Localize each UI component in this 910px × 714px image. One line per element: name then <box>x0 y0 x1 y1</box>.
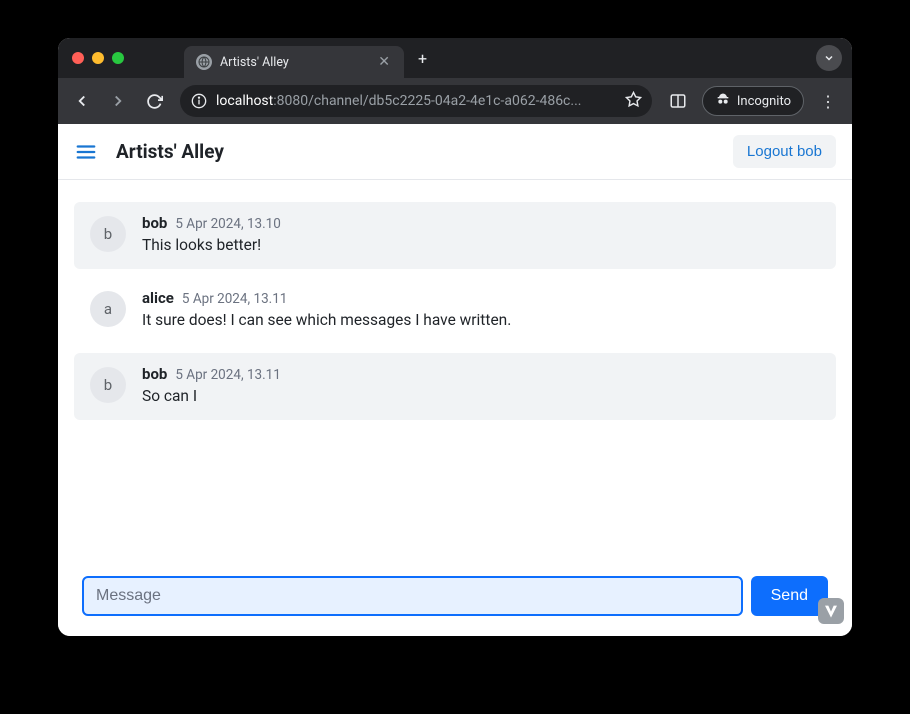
incognito-icon <box>715 91 731 111</box>
app-header: Artists' Alley Logout bob <box>58 124 852 180</box>
tab-overflow <box>816 45 842 71</box>
close-window-button[interactable] <box>72 52 84 64</box>
app-content: Artists' Alley Logout bob bbob5 Apr 2024… <box>58 124 852 636</box>
composer: Send <box>58 564 852 636</box>
message-text: It sure does! I can see which messages I… <box>142 309 820 332</box>
message-body: bob 5 Apr 2024, 13.11 So can I <box>142 365 820 408</box>
message-list: bbob5 Apr 2024, 13.10This looks better!a… <box>58 180 852 564</box>
message-header: bob 5 Apr 2024, 13.11 <box>142 365 820 383</box>
new-tab-button[interactable]: + <box>404 49 441 68</box>
incognito-indicator[interactable]: Incognito <box>702 86 804 116</box>
tab-bar: Artists' Alley ✕ + <box>58 38 852 78</box>
incognito-label: Incognito <box>737 94 791 109</box>
address-bar: localhost:8080/channel/db5c2225-04a2-4e1… <box>58 78 852 124</box>
tab-title: Artists' Alley <box>220 55 368 70</box>
back-button[interactable] <box>66 85 98 117</box>
message-header: bob 5 Apr 2024, 13.10 <box>142 214 820 232</box>
page-title: Artists' Alley <box>116 140 224 163</box>
maximize-window-button[interactable] <box>112 52 124 64</box>
message-row: aalice 5 Apr 2024, 13.11 It sure does! I c… <box>74 277 836 344</box>
browser-tab[interactable]: Artists' Alley ✕ <box>184 46 404 78</box>
url-path: /channel/db5c2225-04a2-4e1c-a062-486c... <box>308 93 581 109</box>
address-input[interactable]: localhost:8080/channel/db5c2225-04a2-4e1… <box>180 85 652 117</box>
message-body: alice 5 Apr 2024, 13.11 It sure does! I ca… <box>142 289 820 332</box>
message-text: So can I <box>142 385 820 408</box>
minimize-window-button[interactable] <box>92 52 104 64</box>
bookmark-star-icon[interactable] <box>625 91 642 112</box>
avatar: a <box>90 291 126 327</box>
message-author: bob <box>142 214 167 232</box>
chevron-down-icon[interactable] <box>816 45 842 71</box>
url-text: localhost:8080/channel/db5c2225-04a2-4e1… <box>216 93 617 109</box>
info-icon <box>190 92 208 110</box>
message-row: bbob 5 Apr 2024, 13.10 This looks better! <box>74 202 836 269</box>
reload-button[interactable] <box>138 85 170 117</box>
message-text: This looks better! <box>142 234 820 257</box>
browser-window: Artists' Alley ✕ + localhost:8080/channe… <box>58 38 852 636</box>
avatar: b <box>90 216 126 252</box>
message-body: bob 5 Apr 2024, 13.10 This looks better! <box>142 214 820 257</box>
globe-icon <box>196 54 212 70</box>
logout-button[interactable]: Logout bob <box>733 135 836 168</box>
url-port: :8080 <box>273 93 308 109</box>
menu-button[interactable] <box>74 140 98 164</box>
send-button[interactable]: Send <box>751 576 828 616</box>
avatar: b <box>90 367 126 403</box>
close-tab-button[interactable]: ✕ <box>376 54 392 70</box>
vaadin-badge-icon[interactable] <box>818 598 844 624</box>
message-author: bob <box>142 365 167 383</box>
panel-icon[interactable] <box>662 85 694 117</box>
url-host: localhost <box>216 93 273 109</box>
message-input[interactable] <box>82 576 743 616</box>
message-header: alice 5 Apr 2024, 13.11 <box>142 289 820 307</box>
browser-menu-button[interactable]: ⋮ <box>812 92 844 111</box>
message-author: alice <box>142 289 174 307</box>
forward-button[interactable] <box>102 85 134 117</box>
message-row: bbob 5 Apr 2024, 13.11 So can I <box>74 353 836 420</box>
message-timestamp: 5 Apr 2024, 13.11 <box>175 367 281 383</box>
message-timestamp: 5 Apr 2024, 13.10 <box>175 216 281 232</box>
window-controls <box>72 52 124 64</box>
message-timestamp: 5 Apr 2024, 13.11 <box>182 291 288 307</box>
